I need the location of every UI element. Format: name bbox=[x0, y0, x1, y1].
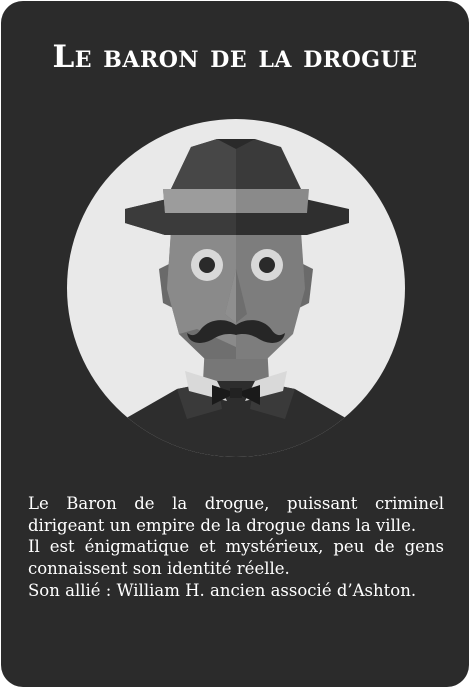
character-description: Le Baron de la drogue, puissant criminel… bbox=[28, 493, 444, 602]
description-paragraph: Son allié : William H. ancien associé d’… bbox=[28, 580, 417, 600]
description-paragraph: Il est énigmatique et mystérieux, peu de… bbox=[28, 537, 444, 579]
description-paragraph: Le Baron de la drogue, puissant criminel… bbox=[28, 494, 444, 535]
portrait-icon bbox=[67, 119, 405, 457]
character-card: Le baron de la drogue Le Baron de la dro… bbox=[1, 1, 469, 687]
card-title: Le baron de la drogue bbox=[52, 39, 418, 75]
